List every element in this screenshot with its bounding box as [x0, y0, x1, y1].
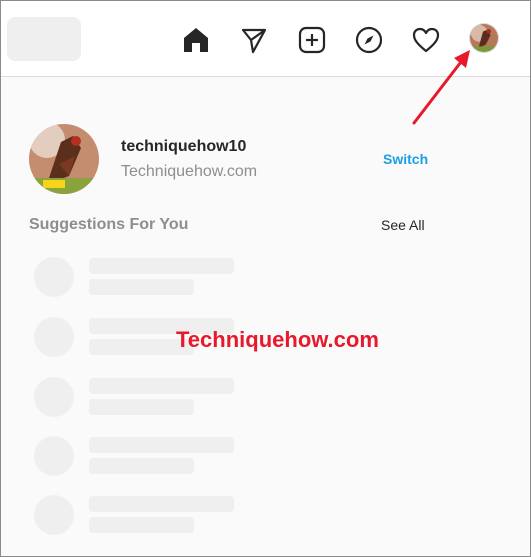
suggestion-placeholder-row [34, 495, 234, 539]
placeholder-avatar [34, 377, 74, 417]
placeholder-line [89, 378, 234, 394]
watermark-text: Techniquehow.com [176, 327, 379, 352]
suggestion-placeholder-row [34, 436, 234, 480]
see-all-link[interactable]: See All [381, 217, 425, 233]
placeholder-line [89, 496, 234, 512]
profile-avatar[interactable] [29, 124, 99, 194]
full-name: Techniquehow.com [121, 163, 258, 180]
placeholder-line [89, 279, 194, 295]
suggestion-placeholder-row [34, 257, 234, 301]
instagram-window: techniquehow10 Techniquehow.com Switch S… [0, 0, 531, 557]
placeholder-avatar [34, 436, 74, 476]
new-post-icon[interactable] [297, 25, 327, 55]
placeholder-line [89, 399, 194, 415]
switch-account-button[interactable]: Switch [383, 151, 428, 167]
suggestion-placeholder-row [34, 377, 234, 421]
direct-message-icon[interactable] [239, 25, 269, 55]
home-icon[interactable] [181, 25, 211, 55]
placeholder-avatar [34, 257, 74, 297]
search-input[interactable] [7, 17, 81, 61]
placeholder-avatar [34, 495, 74, 535]
placeholder-line [89, 258, 234, 274]
explore-compass-icon[interactable] [354, 25, 384, 55]
placeholder-line [89, 437, 234, 453]
placeholder-line [89, 458, 194, 474]
username[interactable]: techniquehow10 [121, 138, 246, 156]
placeholder-avatar [34, 317, 74, 357]
placeholder-line [89, 517, 194, 533]
suggestions-heading: Suggestions For You [29, 216, 189, 233]
current-profile: techniquehow10 Techniquehow.com Switch [29, 124, 429, 194]
annotation-arrow [412, 50, 470, 125]
